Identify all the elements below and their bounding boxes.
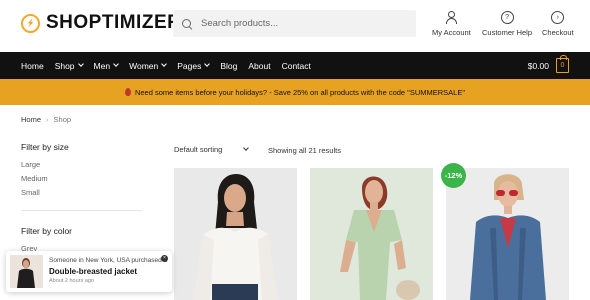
nav-item-shop[interactable]: Shop	[54, 60, 84, 71]
search-bar	[173, 10, 416, 37]
results-count: Showing all 21 results	[268, 146, 341, 155]
chevron-down-icon	[243, 145, 250, 151]
popup-thumbnail	[10, 255, 43, 288]
nav-label: About	[248, 60, 271, 71]
nav-item-home[interactable]: Home	[21, 61, 44, 71]
search-icon	[182, 18, 192, 29]
logo[interactable]: SHOPTIMIZER	[21, 12, 181, 34]
popup-message: Someone in New York, USA purchased a	[49, 257, 168, 264]
fire-icon	[124, 88, 131, 96]
search-input[interactable]	[201, 18, 401, 29]
sale-badge: -12%	[441, 163, 466, 188]
chevron-down-icon	[161, 61, 168, 67]
product-card[interactable]	[446, 168, 569, 300]
breadcrumb-separator-icon: ›	[46, 115, 49, 124]
arrow-right-icon: ›	[551, 11, 565, 24]
nav-item-pages[interactable]: Pages	[177, 60, 211, 71]
product-card[interactable]	[174, 168, 297, 300]
nav-item-about[interactable]: About	[248, 61, 270, 71]
nav-label: Shop	[54, 60, 75, 71]
promo-text: Need some items before your holidays? - …	[134, 87, 466, 97]
nav-item-women[interactable]: Women	[129, 60, 168, 71]
filter-size-title: Filter by size	[21, 142, 69, 152]
popup-product-image	[10, 255, 43, 288]
customer-help-label: Customer Help	[482, 28, 533, 37]
product-image	[446, 168, 569, 300]
nav-label: Pages	[177, 60, 202, 71]
cart-button[interactable]: $0.00 0	[527, 55, 569, 73]
popup-time: About 2 hours ago	[49, 278, 94, 284]
nav-label: Men	[93, 60, 111, 71]
filter-size-small[interactable]: Small	[21, 188, 143, 197]
logo-bolt-icon	[21, 13, 40, 33]
popup-product-name[interactable]: Double-breasted jacket	[49, 267, 137, 276]
promo-banner: Need some items before your holidays? - …	[0, 79, 590, 105]
purchase-notification[interactable]: Someone in New York, USA purchased a Dou…	[6, 251, 172, 292]
sorting-select[interactable]: Default sorting	[174, 145, 250, 154]
chevron-down-icon	[204, 61, 211, 67]
logo-text: SHOPTIMIZER	[46, 12, 182, 33]
breadcrumb: Home › Shop	[21, 115, 71, 124]
checkout-link[interactable]: › Checkout	[542, 11, 574, 37]
shopping-bag-icon: 0	[556, 55, 569, 73]
help-icon: ?	[500, 11, 514, 24]
close-icon[interactable]: ×	[161, 255, 168, 262]
breadcrumb-current: Shop	[53, 115, 72, 124]
my-account-label: My Account	[432, 28, 471, 37]
nav-item-men[interactable]: Men	[94, 61, 119, 71]
cart-count: 0	[560, 62, 565, 69]
product-card[interactable]	[310, 168, 433, 300]
checkout-label: Checkout	[542, 28, 574, 37]
product-image	[174, 168, 297, 300]
user-icon	[445, 11, 458, 24]
chevron-down-icon	[113, 61, 119, 67]
filter-size-large[interactable]: Large	[21, 160, 143, 169]
breadcrumb-home[interactable]: Home	[21, 115, 41, 124]
filter-sidebar: Filter by size Large Medium Small Filter…	[21, 142, 143, 253]
nav-label: Home	[21, 60, 44, 71]
filter-size-medium[interactable]: Medium	[21, 174, 143, 183]
chevron-down-icon	[77, 61, 84, 67]
divider	[21, 210, 142, 211]
site-header: SHOPTIMIZER My Account ? Customer Help ›…	[0, 0, 590, 52]
product-image	[310, 168, 433, 300]
cart-total: $0.00	[527, 60, 549, 71]
nav-label: Contact	[281, 60, 311, 71]
sorting-value: Default sorting	[174, 145, 223, 154]
nav-label: Blog	[220, 60, 238, 71]
nav-label: Women	[129, 60, 159, 71]
filter-color-title: Filter by color	[21, 226, 73, 236]
nav-item-contact[interactable]: Contact	[282, 61, 311, 71]
my-account-link[interactable]: My Account	[432, 11, 471, 37]
nav-item-blog[interactable]: Blog	[220, 61, 237, 71]
customer-help-link[interactable]: ? Customer Help	[482, 11, 532, 37]
main-nav: Home Shop Men Women Pages Blog About Con…	[0, 52, 590, 79]
